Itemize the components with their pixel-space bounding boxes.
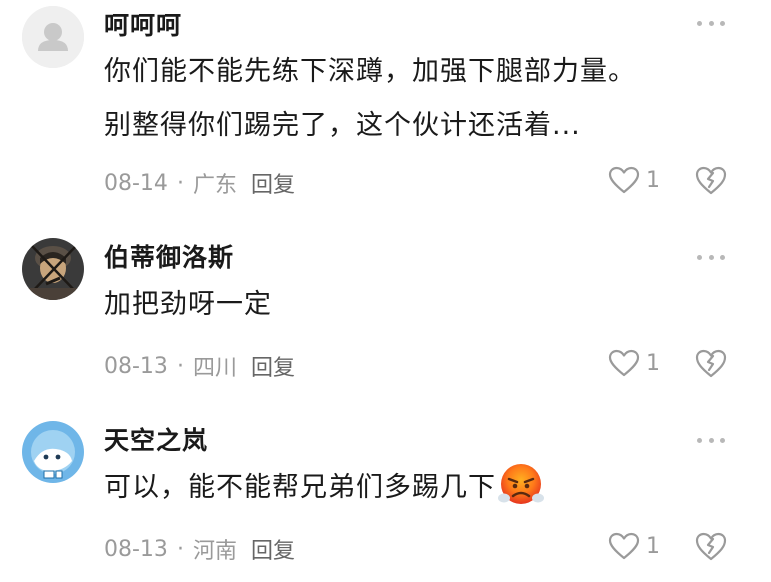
meta-separator: ·: [176, 353, 184, 379]
username[interactable]: 伯蒂御洛斯: [104, 238, 234, 274]
comment-date: 08-13: [104, 353, 168, 379]
dislike-button[interactable]: [694, 164, 728, 196]
like-button[interactable]: 1: [608, 532, 660, 560]
comment-date: 08-13: [104, 536, 168, 562]
reply-button[interactable]: 回复: [251, 167, 295, 199]
like-count: 1: [646, 533, 660, 559]
more-options-icon[interactable]: [697, 434, 725, 446]
comment-line: 你们能不能先练下深蹲，加强下腿部力量。: [104, 56, 636, 87]
heart-icon: [608, 532, 640, 560]
user-avatar[interactable]: [22, 6, 84, 68]
reply-button[interactable]: 回复: [251, 350, 295, 382]
comment-text: 加把劲呀一定: [104, 278, 272, 332]
user-avatar[interactable]: [22, 238, 84, 300]
comment-location: 广东: [192, 173, 237, 198]
comment-location: 四川: [192, 356, 237, 381]
like-button[interactable]: 1: [608, 349, 660, 377]
comment-text: 你们能不能先练下深蹲，加强下腿部力量。 别整得你们踢完了，这个伙计还活着...: [104, 45, 636, 153]
like-button[interactable]: 1: [608, 166, 660, 194]
dislike-button[interactable]: [694, 530, 728, 562]
more-options-icon[interactable]: [697, 17, 725, 29]
comment-date: 08-14: [104, 170, 168, 196]
comment-location: 河南: [192, 539, 237, 564]
comment-line: 可以，能不能帮兄弟们多踢几下: [104, 472, 496, 503]
angry-steam-emoji-icon: [498, 463, 544, 504]
more-options-icon[interactable]: [697, 251, 725, 263]
broken-heart-icon: [695, 349, 727, 378]
comment-text: 可以，能不能帮兄弟们多踢几下: [104, 461, 544, 515]
dislike-button[interactable]: [694, 347, 728, 379]
meta-separator: ·: [176, 170, 184, 196]
like-count: 1: [646, 350, 660, 376]
reply-button[interactable]: 回复: [251, 533, 295, 565]
user-avatar[interactable]: [22, 421, 84, 483]
comment-meta: 08-13 · 河南 回复: [104, 533, 295, 565]
comment-meta: 08-13 · 四川 回复: [104, 350, 295, 382]
username[interactable]: 天空之岚: [104, 421, 208, 457]
blue-cartoon-avatar-icon: [22, 421, 84, 483]
meta-separator: ·: [176, 536, 184, 562]
default-user-avatar-icon: [22, 6, 84, 68]
broken-heart-icon: [695, 166, 727, 195]
heart-icon: [608, 166, 640, 194]
username[interactable]: 呵呵呵: [104, 6, 182, 42]
comment-item: 天空之岚 可以，能不能帮兄弟们多踢几下 08-13 · 河南 回复 1: [0, 385, 771, 582]
comment-meta: 08-14 · 广东 回复: [104, 167, 295, 199]
comment-line: 加把劲呀一定: [104, 289, 272, 320]
sketch-figure-avatar-icon: [22, 238, 84, 300]
heart-icon: [608, 349, 640, 377]
broken-heart-icon: [695, 532, 727, 561]
like-count: 1: [646, 167, 660, 193]
comment-line: 别整得你们踢完了，这个伙计还活着...: [104, 110, 581, 141]
comment-item: 伯蒂御洛斯 加把劲呀一定 08-13 · 四川 回复 1: [0, 200, 771, 385]
comment-item: 呵呵呵 你们能不能先练下深蹲，加强下腿部力量。 别整得你们踢完了，这个伙计还活着…: [0, 0, 771, 200]
